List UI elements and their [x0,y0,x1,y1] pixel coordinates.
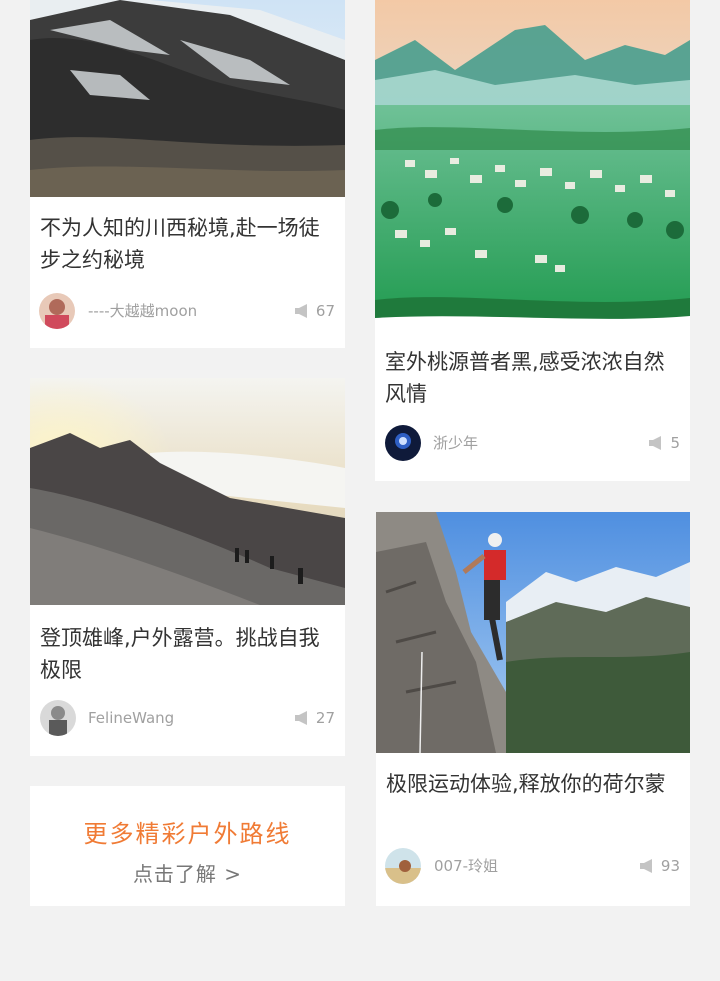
comment-count: 27 [294,708,335,728]
card-title: 不为人知的川西秘境,赴一场徒步之约秘境 [40,216,320,272]
comment-count: 93 [639,856,680,876]
green-valley-village-photo [375,0,690,330]
megaphone-icon [639,859,652,873]
author-name: ----大越越moon [88,302,198,320]
avatar[interactable] [385,425,421,461]
comment-count-value: 5 [670,434,680,452]
author-name: FelineWang [88,709,175,727]
comment-count-value: 67 [315,302,335,320]
more-routes-title: 更多精彩户外路线 [83,820,292,848]
avatar[interactable] [39,293,75,329]
avatar[interactable] [385,848,421,884]
route-card-3[interactable]: 登顶雄峰,户外露营。挑战自我极限 FelineWang 27 [30,378,345,756]
megaphone-icon [294,711,307,725]
author-name: 浙少年 [433,434,479,452]
route-card-2[interactable]: 室外桃源普者黑,感受浓浓自然风情 浙少年 5 [375,0,690,481]
card-title: 极限运动体验,释放你的荷尔蒙 [386,772,666,796]
megaphone-icon [294,304,307,318]
route-card-1[interactable]: 不为人知的川西秘境,赴一场徒步之约秘境 ----大越越moon 67 [30,0,345,348]
avatar[interactable] [40,700,76,736]
learn-more-link[interactable]: 点击了解 > [30,858,345,887]
comment-count: 5 [648,433,680,453]
summit-sunrise-photo [30,378,345,605]
author-name: 007-玲姐 [434,857,499,875]
card-title: 室外桃源普者黑,感受浓浓自然风情 [385,350,665,406]
more-routes-card[interactable]: 更多精彩户外路线 点击了解 > [30,786,345,906]
snow-mountain-photo [30,0,345,197]
megaphone-icon [649,436,662,450]
rock-climber-photo [376,512,690,753]
route-card-4[interactable]: 极限运动体验,释放你的荷尔蒙 007-玲姐 93 [376,512,690,906]
comment-count-value: 93 [660,857,680,875]
card-title: 登顶雄峰,户外露营。挑战自我极限 [40,626,320,682]
comment-count: 67 [294,301,335,321]
comment-count-value: 27 [315,709,335,727]
